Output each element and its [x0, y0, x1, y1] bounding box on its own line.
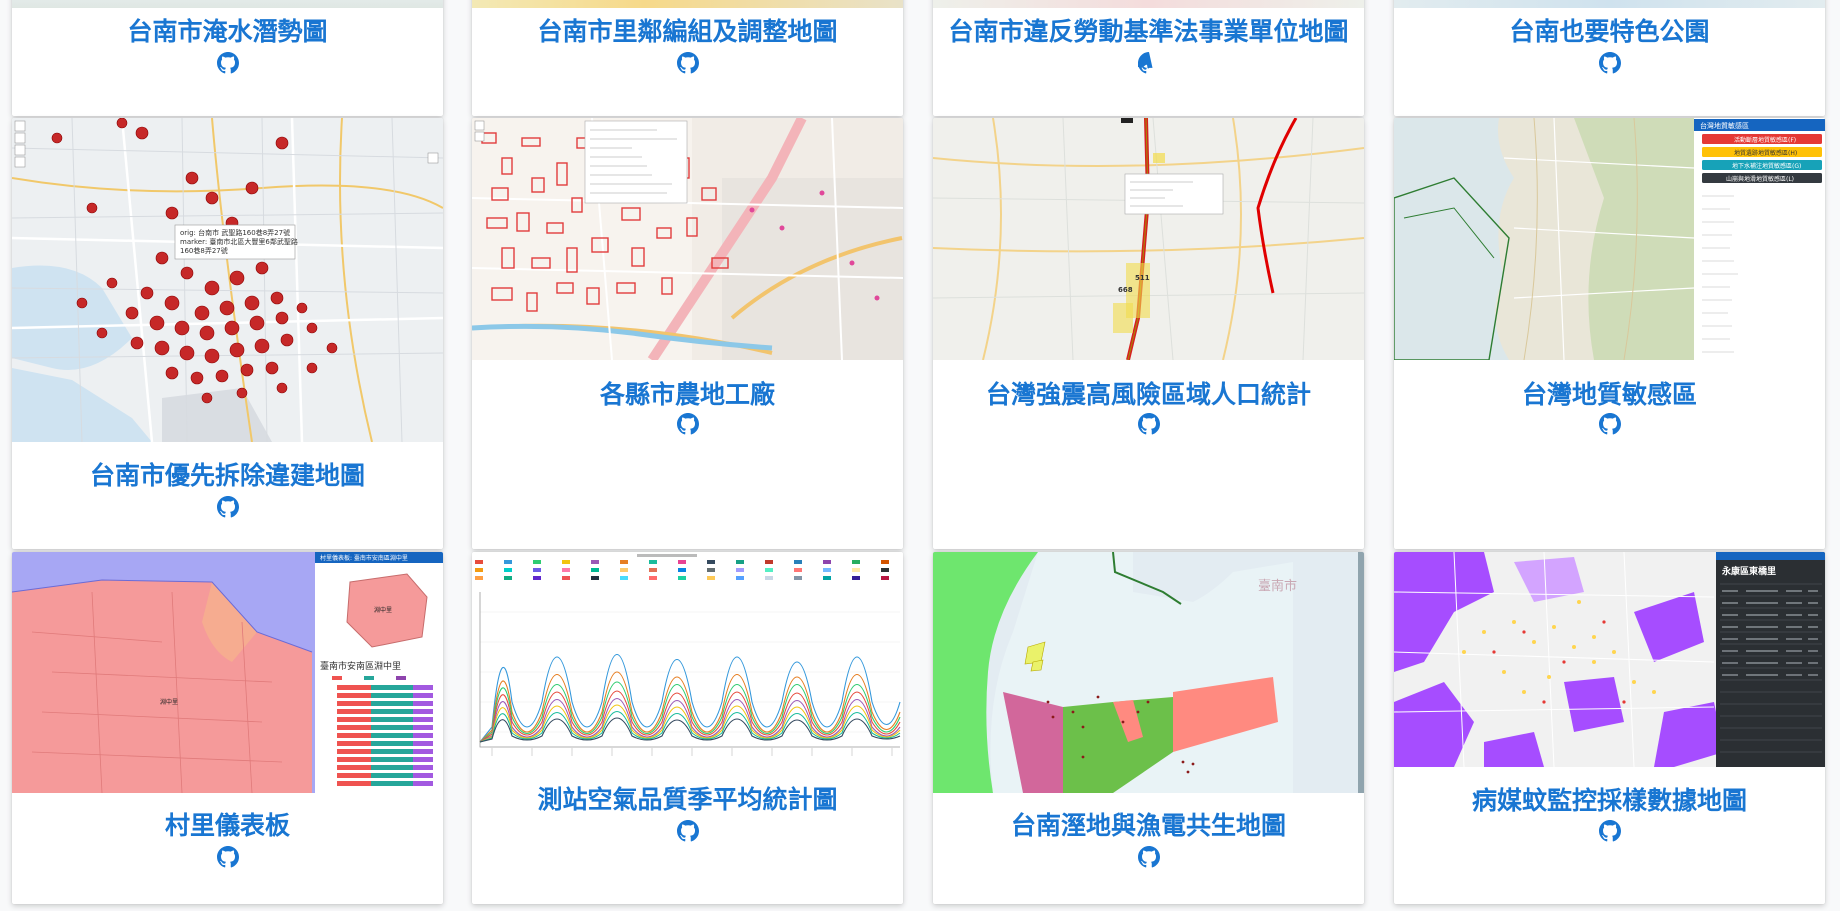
- github-icon[interactable]: [216, 846, 239, 868]
- layer-button-label: 山崩與地滑地質敏感區(L): [1726, 175, 1794, 183]
- card-title[interactable]: 台南市里鄰編組及調整地圖: [472, 17, 903, 47]
- card-wetland-solar[interactable]: 臺南市 台南溼地與漁電共生地圖: [933, 552, 1364, 904]
- github-icon[interactable]: [216, 496, 239, 518]
- layer-button-label: 地質遺跡地質敏感區(H): [1734, 149, 1797, 157]
- github-icon[interactable]: [676, 413, 699, 435]
- card-title[interactable]: 村里儀表板: [12, 811, 443, 841]
- map-label: 668: [1118, 286, 1133, 294]
- popup-text: orig: 台南市 武聖路160巷8弄27號: [180, 228, 290, 237]
- panel-header: 台灣地質敏感區: [1700, 121, 1749, 130]
- card-thumbnail[interactable]: orig: 台南市 武聖路160巷8弄27號 marker: 臺南市北區大豐里6…: [12, 118, 443, 442]
- card-thumbnail[interactable]: [1394, 0, 1825, 8]
- card-thumbnail[interactable]: [12, 0, 443, 8]
- card-thumbnail[interactable]: 511 668: [933, 118, 1364, 360]
- card-title[interactable]: 病媒蚊監控採樣數據地圖: [1394, 786, 1825, 816]
- card-village-dashboard[interactable]: 淵中里 村里儀表板: 臺南市安南區淵中里 淵中里 臺南市安南區淵中里 村里儀表板: [12, 552, 443, 904]
- card-geological-sensitive[interactable]: 台灣地質敏感區 活動斷層地質敏感區(F) 地質遺跡地質敏感區(H) 地下水補注地…: [1394, 118, 1825, 549]
- card-village-adjustment[interactable]: 台南市里鄰編組及調整地圖: [472, 0, 903, 116]
- card-thumbnail[interactable]: [933, 0, 1364, 8]
- card-special-parks[interactable]: 台南也要特色公園: [1394, 0, 1825, 116]
- card-thumbnail[interactable]: 台灣地質敏感區 活動斷層地質敏感區(F) 地質遺跡地質敏感區(H) 地下水補注地…: [1394, 118, 1825, 360]
- popup-text: marker: 臺南市北區大豐里6鄰武聖路: [180, 237, 298, 246]
- card-title[interactable]: 台南也要特色公園: [1394, 17, 1825, 47]
- github-icon[interactable]: [1598, 413, 1621, 435]
- popup-text: 160巷8弄27號: [180, 246, 228, 255]
- layer-button-label: 地下水補注地質敏感區(G): [1732, 162, 1801, 170]
- map-label: 511: [1135, 274, 1150, 282]
- map-label: 淵中里: [160, 698, 178, 706]
- github-icon[interactable]: [1137, 413, 1160, 435]
- card-flood-potential[interactable]: 台南市淹水潛勢圖: [12, 0, 443, 116]
- card-title[interactable]: 各縣市農地工廠: [472, 380, 903, 410]
- card-labor-violation[interactable]: 台南市違反勞動基準法事業單位地圖: [933, 0, 1364, 116]
- card-title[interactable]: 台灣地質敏感區: [1394, 380, 1825, 410]
- card-air-quality[interactable]: 測站空氣品質季平均統計圖: [472, 552, 903, 904]
- github-icon[interactable]: [676, 820, 699, 842]
- card-thumbnail[interactable]: 臺南市: [933, 552, 1364, 793]
- map-label: 臺南市: [1258, 578, 1297, 594]
- card-title[interactable]: 台灣強震高風險區域人口統計: [933, 380, 1364, 410]
- card-thumbnail[interactable]: [472, 118, 903, 360]
- card-thumbnail[interactable]: [472, 552, 903, 764]
- card-thumbnail[interactable]: [472, 0, 903, 8]
- github-icon[interactable]: [1137, 846, 1160, 868]
- card-title[interactable]: 台南市優先拆除違建地圖: [12, 461, 443, 491]
- card-earthquake-risk[interactable]: 511 668 台灣強震高風險區域人口統計: [933, 118, 1364, 549]
- panel-header: 村里儀表板: 臺南市安南區淵中里: [320, 554, 408, 562]
- card-title[interactable]: 台南市淹水潛勢圖: [12, 17, 443, 47]
- github-icon[interactable]: [216, 52, 239, 74]
- village-name: 臺南市安南區淵中里: [320, 660, 401, 672]
- card-farmland-factory[interactable]: 各縣市農地工廠: [472, 118, 903, 549]
- card-title[interactable]: 台南市違反勞動基準法事業單位地圖: [933, 17, 1364, 47]
- card-title[interactable]: 台南溼地與漁電共生地圖: [933, 811, 1364, 841]
- map-label: 淵中里: [374, 606, 392, 614]
- github-icon[interactable]: [1137, 52, 1160, 74]
- github-icon[interactable]: [676, 52, 699, 74]
- layer-button-label: 活動斷層地質敏感區(F): [1734, 136, 1796, 144]
- github-icon[interactable]: [1598, 820, 1621, 842]
- card-illegal-building[interactable]: orig: 台南市 武聖路160巷8弄27號 marker: 臺南市北區大豐里6…: [12, 118, 443, 549]
- card-title[interactable]: 測站空氣品質季平均統計圖: [472, 785, 903, 815]
- panel-title: 永康區東橋里: [1721, 565, 1776, 577]
- card-thumbnail[interactable]: 永康區東橋里: [1394, 552, 1825, 767]
- card-mosquito-monitoring[interactable]: 永康區東橋里 病媒蚊監控採樣數據地圖: [1394, 552, 1825, 904]
- github-icon[interactable]: [1598, 52, 1621, 74]
- card-thumbnail[interactable]: 淵中里 村里儀表板: 臺南市安南區淵中里 淵中里 臺南市安南區淵中里: [12, 552, 443, 793]
